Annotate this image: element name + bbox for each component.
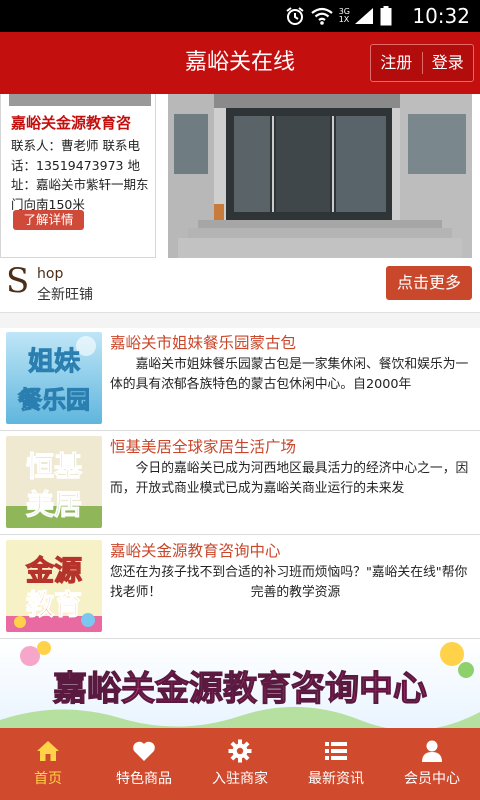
nav-home[interactable]: 首页 (0, 728, 96, 800)
thumbnail-text-line2: 教育 (26, 588, 82, 621)
shop-subtitle: 全新旺铺 (37, 287, 93, 303)
list-icon (325, 742, 347, 760)
list-item[interactable]: 姐妹 餐乐园 嘉峪关市姐妹餐乐园蒙古包 嘉峪关市姐妹餐乐园蒙古包是一家集休闲、餐… (0, 328, 480, 431)
bottom-navigation: 首页 特色商品 入驻商家 最新资讯 会员中心 (0, 728, 480, 800)
banner-text: 嘉峪关金源教育咨询中心 (53, 669, 427, 709)
list-item-description: 今日的嘉峪关已成为河西地区最具活力的经济中心之一，因而，开放式商业模式已成为嘉峪… (110, 461, 469, 496)
app-screen: 3G 1X 10:32 嘉峪关在线 注册 登录 嘉峪关金源教育咨 联系人：曹老师… (0, 0, 480, 800)
promo-banner[interactable]: 嘉峪关金源教育咨询中心 (0, 640, 480, 728)
list-item[interactable]: 恒基 美居 恒基美居全球家居生活广场 今日的嘉峪关已成为河西地区最具活力的经济中… (0, 432, 480, 535)
list-item-thumbnail: 金源 教育 (6, 540, 102, 632)
register-button[interactable]: 注册 (371, 44, 422, 82)
user-icon (422, 740, 442, 762)
status-bar: 3G 1X 10:32 (0, 0, 480, 32)
thumbnail-text-line2: 餐乐园 (18, 386, 90, 414)
nav-featured-products[interactable]: 特色商品 (96, 728, 192, 800)
list-item-title[interactable]: 嘉峪关金源教育咨询中心 (110, 539, 281, 561)
list-item-description: 嘉峪关市姐妹餐乐园蒙古包是一家集休闲、餐饮和娱乐为一体的具有浓郁各族特色的蒙古包… (110, 357, 469, 392)
status-clock: 10:32 (412, 4, 470, 28)
featured-contact-info: 联系人：曹老师 联系电话：13519473973 地址：嘉峪关市紫轩一期东门向南… (11, 138, 149, 212)
shop-logo-letter: S (6, 261, 30, 301)
thumbnail-text-line1: 恒基 (26, 450, 82, 483)
nav-label-featured-products: 特色商品 (116, 771, 172, 787)
gear-icon (228, 739, 252, 763)
nav-label-news: 最新资讯 (308, 771, 364, 787)
nav-news[interactable]: 最新资讯 (288, 728, 384, 800)
nav-merchants[interactable]: 入驻商家 (192, 728, 288, 800)
nav-label-member-center: 会员中心 (404, 771, 460, 787)
list-item-description: 您还在为孩子找不到合适的补习班而烦恼吗？"嘉峪关在线"帮你找老师！ 完善的教学资… (110, 565, 468, 600)
nav-label-merchants: 入驻商家 (212, 771, 268, 787)
auth-buttons: 注册 登录 (370, 44, 474, 82)
network-type-label: 3G 1X (339, 8, 350, 24)
section-divider (0, 312, 480, 328)
thumbnail-text-line2: 美居 (26, 488, 82, 521)
home-icon (37, 741, 59, 761)
alarm-icon (286, 7, 304, 25)
thumbnail-text-line1: 姐妹 (28, 347, 80, 377)
featured-name: 嘉峪关金源教育咨 (11, 114, 132, 132)
heart-icon (133, 741, 155, 761)
featured-carousel[interactable]: 嘉峪关金源教育咨 联系人：曹老师 联系电话：13519473973 地址：嘉峪关… (0, 94, 480, 262)
login-button[interactable]: 登录 (423, 44, 474, 82)
list-item-title[interactable]: 恒基美居全球家居生活广场 (110, 435, 296, 457)
list-item-thumbnail: 姐妹 餐乐园 (6, 332, 102, 424)
nav-member-center[interactable]: 会员中心 (384, 728, 480, 800)
status-icons: 3G 1X (285, 6, 392, 26)
featured-card-image (9, 94, 151, 106)
list-item-title[interactable]: 嘉峪关市姐妹餐乐园蒙古包 (110, 331, 296, 353)
network-bottom-text: 1X (338, 15, 350, 24)
list-item-thumbnail: 恒基 美居 (6, 436, 102, 528)
battery-icon (380, 6, 392, 26)
app-header: 嘉峪关在线 注册 登录 (0, 32, 480, 94)
thumbnail-text-line1: 金源 (25, 554, 82, 587)
learn-more-button[interactable]: 了解详情 (13, 210, 84, 230)
shop-section-header: S hop 全新旺铺 点击更多 (0, 261, 480, 312)
signal-icon (355, 8, 373, 24)
wifi-icon (311, 7, 333, 25)
featured-card[interactable]: 嘉峪关金源教育咨 联系人：曹老师 联系电话：13519473973 地址：嘉峪关… (0, 94, 156, 258)
click-more-button[interactable]: 点击更多 (386, 266, 472, 300)
featured-storefront-photo[interactable] (168, 94, 472, 258)
nav-label-home: 首页 (34, 771, 62, 787)
shop-logo-text: hop (37, 266, 64, 282)
list-item[interactable]: 金源 教育 嘉峪关金源教育咨询中心 您还在为孩子找不到合适的补习班而烦恼吗？"嘉… (0, 536, 480, 639)
